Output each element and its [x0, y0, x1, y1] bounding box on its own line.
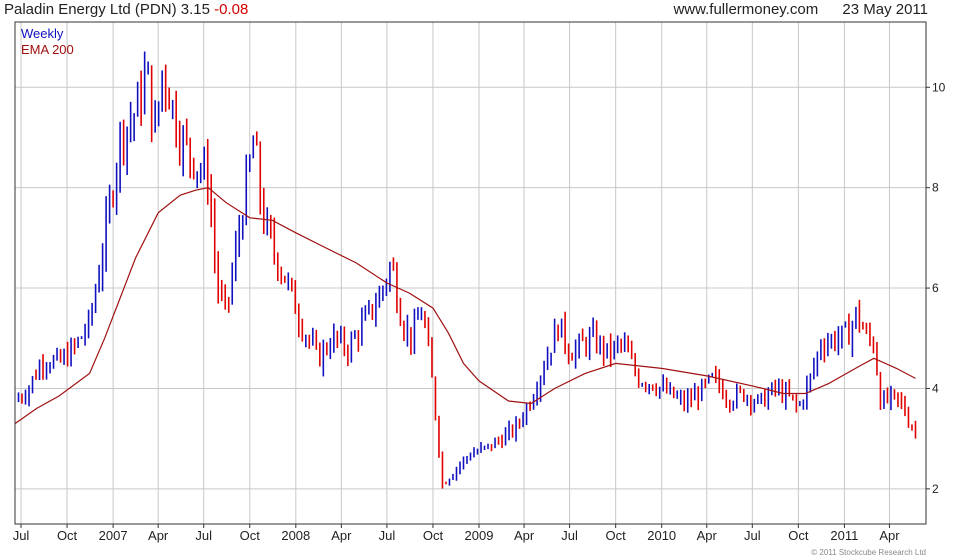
y-tick-label: 10 — [932, 80, 946, 94]
x-tick-label: Apr — [697, 528, 718, 543]
chart-legend: WeeklyEMA 200 — [21, 26, 74, 57]
legend-item: Weekly — [21, 26, 64, 41]
x-tick-label: Oct — [240, 528, 261, 543]
x-tick-label: 2010 — [647, 528, 676, 543]
y-tick-label: 4 — [932, 381, 939, 395]
price-chart: 2 4 6 8 10 Jul Oct 2007 Apr Jul Oct 2008 Apr Jul Oct 2… — [13, 21, 946, 557]
x-tick-label: Oct — [606, 528, 627, 543]
legend-item: EMA 200 — [21, 42, 74, 57]
x-axis: Jul Oct 2007 Apr Jul Oct 2008 Apr Jul Oct 2009 Apr J… — [13, 524, 900, 543]
chart-root: Paladin Energy Ltd (PDN) 3.15 -0.08 www.… — [0, 0, 980, 560]
x-tick-label: Oct — [788, 528, 809, 543]
x-tick-label: Jul — [744, 528, 761, 543]
x-tick-label: Apr — [148, 528, 169, 543]
copyright-note: © 2011 Stockcube Research Ltd — [811, 548, 926, 557]
x-tick-label: Apr — [879, 528, 900, 543]
y-axis: 2 4 6 8 10 — [926, 80, 946, 496]
x-tick-label: Apr — [331, 528, 352, 543]
y-tick-label: 6 — [932, 281, 939, 295]
x-tick-label: Oct — [423, 528, 444, 543]
x-tick-label: Oct — [57, 528, 78, 543]
x-tick-label: Jul — [13, 528, 30, 543]
y-tick-label: 2 — [932, 482, 939, 496]
x-tick-label: Apr — [514, 528, 535, 543]
x-tick-label: 2007 — [99, 528, 128, 543]
x-tick-label: 2009 — [465, 528, 494, 543]
candlestick-series — [17, 51, 917, 489]
x-tick-label: Jul — [195, 528, 212, 543]
x-tick-label: 2011 — [830, 528, 858, 543]
y-tick-label: 8 — [932, 181, 939, 195]
x-tick-label: Jul — [379, 528, 396, 543]
x-tick-label: Jul — [561, 528, 578, 543]
x-tick-label: 2008 — [281, 528, 310, 543]
